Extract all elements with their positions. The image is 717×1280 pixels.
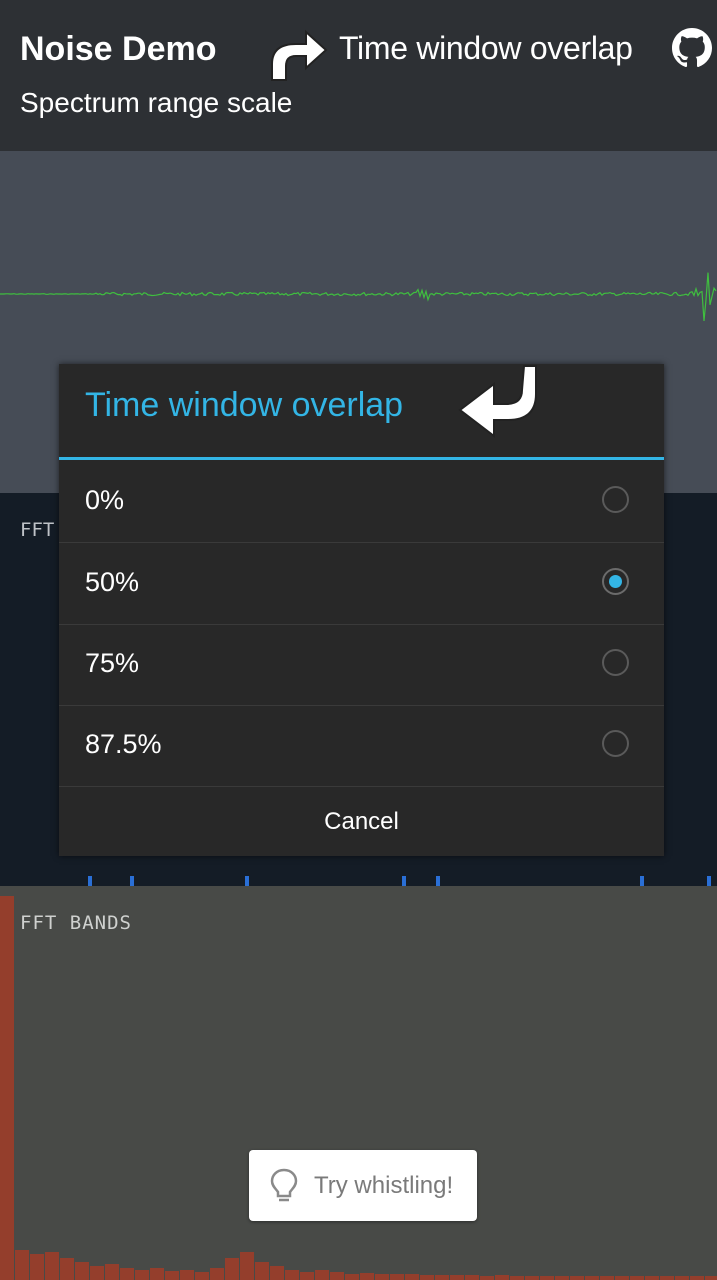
fft-spike — [640, 876, 644, 886]
fft-band-bar — [690, 1276, 704, 1280]
fft-band-bar — [390, 1274, 404, 1280]
option-0[interactable]: 0% — [59, 461, 664, 543]
fft-band-bar — [165, 1271, 179, 1280]
fft-band-bar — [375, 1274, 389, 1280]
option-87-5[interactable]: 87.5% — [59, 705, 664, 787]
dialog-title: Time window overlap — [85, 386, 404, 424]
option-50[interactable]: 50% — [59, 543, 664, 625]
fft-band-bar — [30, 1254, 44, 1280]
fft-band-bar — [705, 1276, 717, 1280]
fft-band-bar — [300, 1272, 314, 1280]
fft-band-bar — [570, 1276, 584, 1280]
cancel-button[interactable]: Cancel — [59, 787, 664, 856]
fft-band-bar — [240, 1252, 254, 1280]
fft-band-bar — [510, 1276, 524, 1280]
fft-band-bar — [435, 1275, 449, 1280]
fft-band-bar — [270, 1266, 284, 1280]
fft-label: FFT — [20, 519, 55, 541]
fft-band-bar — [15, 1250, 29, 1280]
fft-band-bar — [135, 1270, 149, 1280]
fft-band-bar — [495, 1275, 509, 1280]
fft-band-bar — [360, 1273, 374, 1280]
radio-button[interactable] — [602, 649, 629, 676]
fft-band-bar — [420, 1275, 434, 1280]
fft-band-bar — [585, 1276, 599, 1280]
radio-button-selected[interactable] — [602, 568, 629, 595]
fft-band-bar — [150, 1268, 164, 1280]
waveform-line — [0, 272, 717, 321]
fft-band-bar — [255, 1262, 269, 1280]
radio-dot — [609, 575, 622, 588]
app-title: Noise Demo — [20, 30, 217, 68]
arrow-redo-icon — [271, 29, 328, 81]
fft-bands-label: FFT BANDS — [20, 912, 132, 934]
fft-band-bar — [660, 1276, 674, 1280]
fft-band-bar — [480, 1276, 494, 1280]
fft-spike — [402, 876, 406, 886]
fft-band-bar — [600, 1276, 614, 1280]
fft-spike — [245, 876, 249, 886]
fft-band-bar — [75, 1262, 89, 1280]
overlap-dialog: Time window overlap 0% 50% 75% 87.5% Can… — [59, 364, 664, 856]
fft-band-bar — [645, 1276, 659, 1280]
hint-toast: Try whistling! — [249, 1150, 477, 1221]
fft-band-bar — [405, 1274, 419, 1280]
fft-band-bar — [615, 1276, 629, 1280]
fft-band-bar — [60, 1258, 74, 1280]
fft-band-bar — [675, 1276, 689, 1280]
fft-band-bar — [195, 1272, 209, 1280]
fft-band-bar — [120, 1268, 134, 1280]
app-subtitle: Spectrum range scale — [20, 87, 293, 118]
fft-band-bar — [345, 1274, 359, 1280]
fft-band-bar — [630, 1276, 644, 1280]
fft-band-bar — [210, 1268, 224, 1280]
toast-text: Try whistling! — [314, 1172, 454, 1199]
fft-band-bar — [105, 1264, 119, 1280]
fft-band-bar — [285, 1270, 299, 1280]
option-label: 50% — [85, 567, 140, 597]
app-header: Noise Demo Spectrum range scale Time win… — [0, 0, 717, 151]
fft-band-bar — [315, 1270, 329, 1280]
option-label: 75% — [85, 648, 140, 678]
option-label: 0% — [85, 485, 125, 515]
fft-band-bar — [525, 1276, 539, 1280]
fft-band-bar — [540, 1276, 554, 1280]
fft-band-bar — [465, 1275, 479, 1280]
option-75[interactable]: 75% — [59, 624, 664, 706]
fft-spike — [130, 876, 134, 886]
lightbulb-icon — [270, 1168, 298, 1202]
fft-band-bar — [450, 1275, 464, 1280]
dialog-title-divider — [59, 457, 664, 460]
fft-spike — [88, 876, 92, 886]
fft-spike — [436, 876, 440, 886]
fft-band-bar — [45, 1252, 59, 1280]
fft-band-bar — [330, 1272, 344, 1280]
fft-band-bar — [555, 1276, 569, 1280]
option-label: 87.5% — [85, 729, 162, 759]
fft-band-bar — [0, 896, 14, 1280]
fft-band-bar — [180, 1270, 194, 1280]
arrow-return-icon — [458, 365, 537, 439]
menu-overlap-label[interactable]: Time window overlap — [339, 30, 633, 67]
fft-spectrum-graph — [88, 876, 711, 886]
fft-band-bar — [225, 1258, 239, 1280]
radio-button[interactable] — [602, 730, 629, 757]
radio-button[interactable] — [602, 486, 629, 513]
github-icon[interactable] — [672, 28, 712, 68]
fft-spike — [707, 876, 711, 886]
fft-band-bar — [90, 1266, 104, 1280]
